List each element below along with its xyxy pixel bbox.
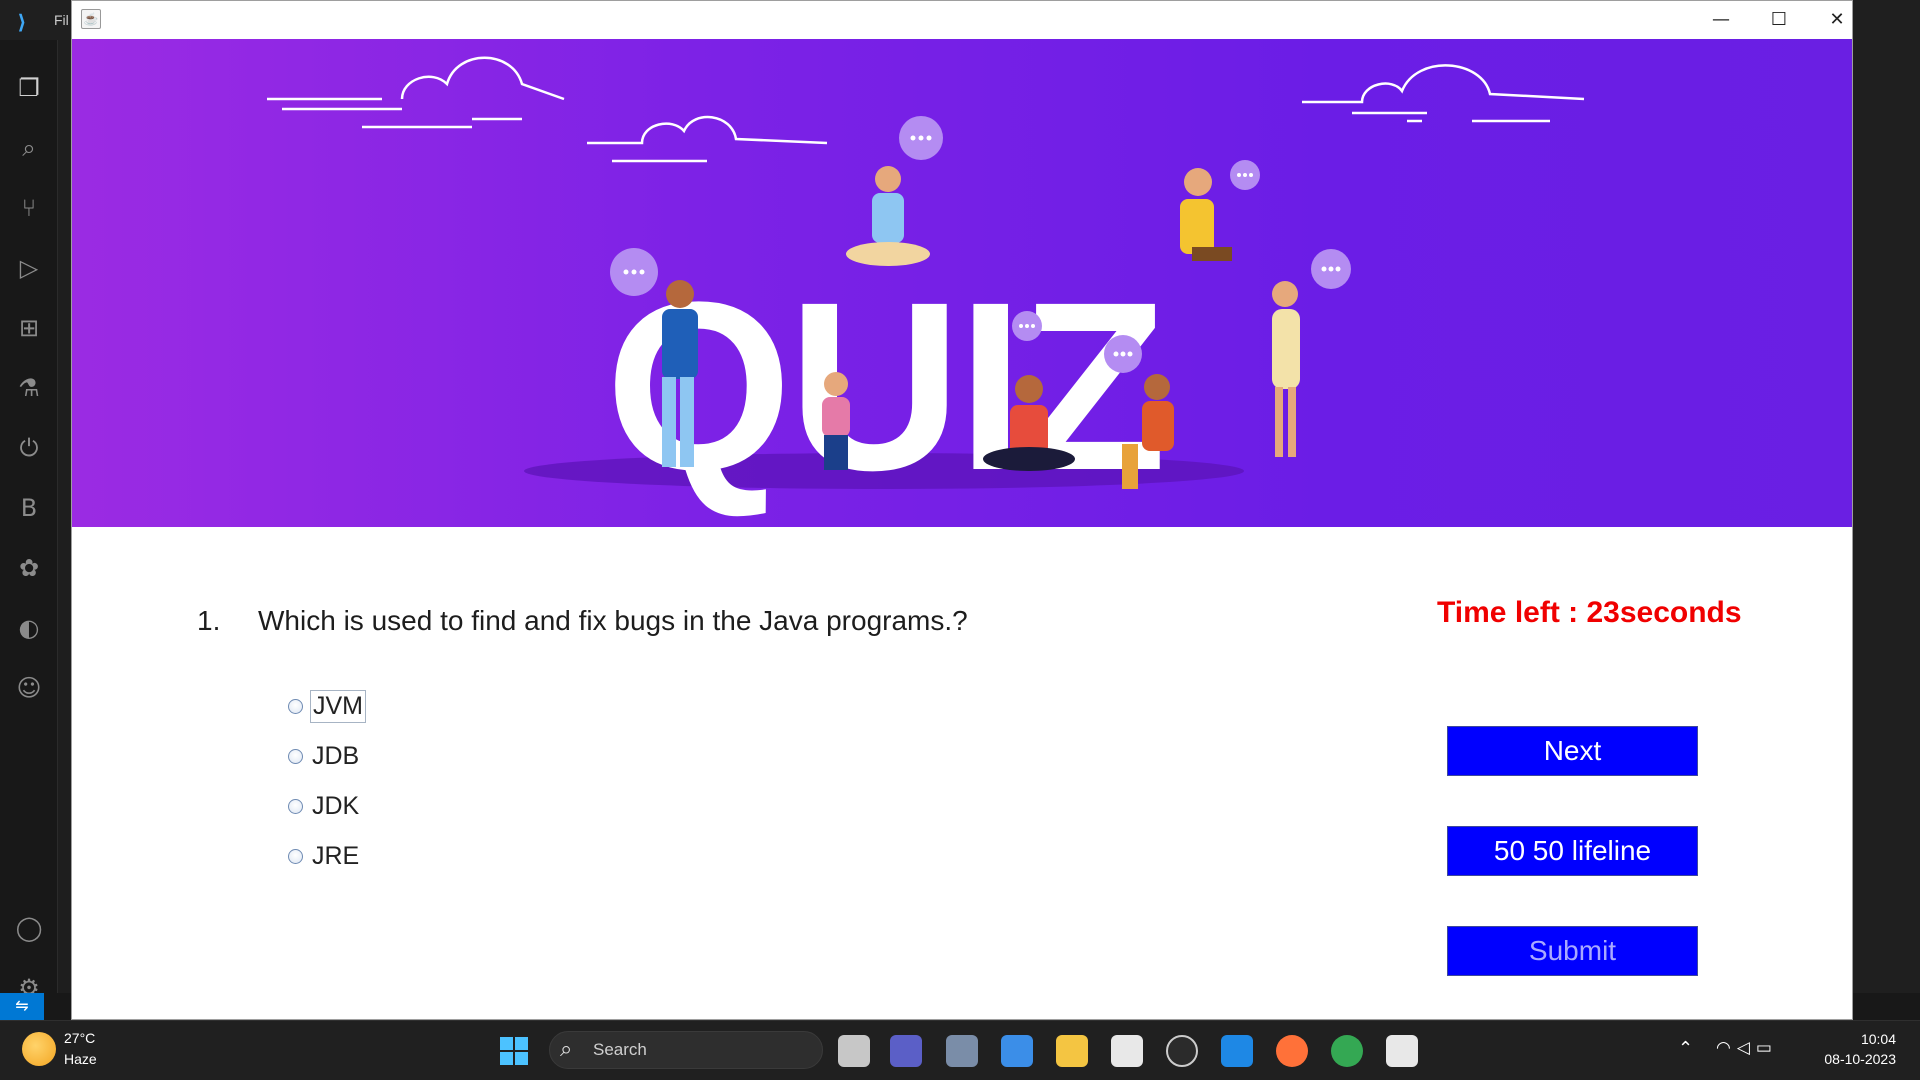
option-label[interactable]: JDK	[310, 791, 361, 822]
accounts-icon[interactable]: ◯	[13, 912, 45, 944]
file-explorer-icon[interactable]	[1056, 1035, 1088, 1067]
java-app-icon: ☕	[81, 9, 101, 29]
vscode-menu-file[interactable]: Fil	[54, 12, 69, 28]
option-label[interactable]: JVM	[310, 689, 366, 723]
activity-b-label[interactable]: B	[13, 492, 45, 524]
radio-icon[interactable]	[288, 698, 303, 714]
submit-button[interactable]: Submit	[1447, 926, 1698, 976]
testing-icon[interactable]: ⚗	[13, 372, 45, 404]
bot-icon[interactable]: ☺	[13, 672, 45, 704]
next-button[interactable]: Next	[1447, 726, 1698, 776]
media-player-icon[interactable]	[1166, 1035, 1198, 1067]
taskbar-search-label[interactable]: Search	[593, 1040, 647, 1060]
chatgpt-icon[interactable]: ✿	[13, 552, 45, 584]
java-taskbar-icon[interactable]	[1386, 1035, 1418, 1067]
question-number: 1.	[197, 605, 221, 636]
radio-icon[interactable]	[288, 848, 303, 864]
vscode-logo-icon[interactable]: ⟩	[10, 10, 34, 34]
run-debug-icon[interactable]: ▷	[13, 252, 45, 284]
tray-overflow-chevron-icon[interactable]: ⌃	[1678, 1038, 1693, 1059]
option-jvm[interactable]: JVM	[288, 689, 366, 723]
option-label[interactable]: JRE	[310, 841, 361, 872]
app-title-bar[interactable]: ☕ — ☐ ✕	[72, 1, 1852, 39]
explorer-icon[interactable]: ❐	[13, 72, 45, 104]
remote-indicator-icon[interactable]: ⇋	[0, 993, 44, 1020]
chrome-icon[interactable]	[1331, 1035, 1363, 1067]
option-label[interactable]: JDB	[310, 741, 361, 772]
source-control-icon[interactable]: ⑂	[13, 192, 45, 224]
spring-boot-icon[interactable]: ⏻	[13, 432, 45, 464]
option-jdk[interactable]: JDK	[288, 789, 361, 823]
weather-haze-icon[interactable]	[22, 1032, 56, 1066]
clock-date[interactable]: 08-10-2023	[1818, 1051, 1896, 1067]
question-text: Which is used to find and fix bugs in th…	[258, 605, 968, 636]
settings-app-icon[interactable]	[946, 1035, 978, 1067]
search-icon[interactable]: ⌕	[13, 132, 45, 164]
teams-chat-icon[interactable]	[890, 1035, 922, 1067]
quiz-banner-image: QUIZ	[72, 39, 1852, 527]
keyboard-app-icon[interactable]	[1111, 1035, 1143, 1067]
vscode-right-panel	[1852, 40, 1920, 1020]
lifeline-button[interactable]: 50 50 lifeline	[1447, 826, 1698, 876]
windows-start-icon[interactable]	[499, 1036, 529, 1066]
minimize-button[interactable]: —	[1692, 1, 1750, 39]
copilot-icon[interactable]: ◐	[13, 612, 45, 644]
task-view-icon[interactable]	[838, 1035, 870, 1067]
extensions-icon[interactable]: ⊞	[13, 312, 45, 344]
firefox-icon[interactable]	[1276, 1035, 1308, 1067]
taskbar-search-box[interactable]	[549, 1031, 823, 1069]
option-jdb[interactable]: JDB	[288, 739, 361, 773]
clock-time[interactable]: 10:04	[1856, 1031, 1896, 1047]
search-icon: ⌕	[560, 1037, 573, 1062]
vscode-taskbar-icon[interactable]	[1221, 1035, 1253, 1067]
weather-description[interactable]: Haze	[64, 1051, 97, 1067]
weather-temperature[interactable]: 27°C	[64, 1030, 95, 1046]
microsoft-store-icon[interactable]	[1001, 1035, 1033, 1067]
option-jre[interactable]: JRE	[288, 839, 361, 873]
quiz-app-window: ☕ — ☐ ✕ QUIZ 1. Which is used to find an…	[71, 0, 1853, 1020]
radio-icon[interactable]	[288, 748, 303, 764]
close-button[interactable]: ✕	[1808, 1, 1866, 39]
maximize-button[interactable]: ☐	[1750, 1, 1808, 39]
vscode-activity-bar: ❐ ⌕ ⑂ ▷ ⊞ ⚗ ⏻ B ✿ ◐ ☺ ◯ ⚙	[0, 40, 58, 1020]
time-left-label: Time left : 23seconds	[1437, 596, 1742, 629]
wifi-volume-battery-icons[interactable]: ◠◁▭	[1716, 1038, 1778, 1058]
radio-icon[interactable]	[288, 798, 303, 814]
